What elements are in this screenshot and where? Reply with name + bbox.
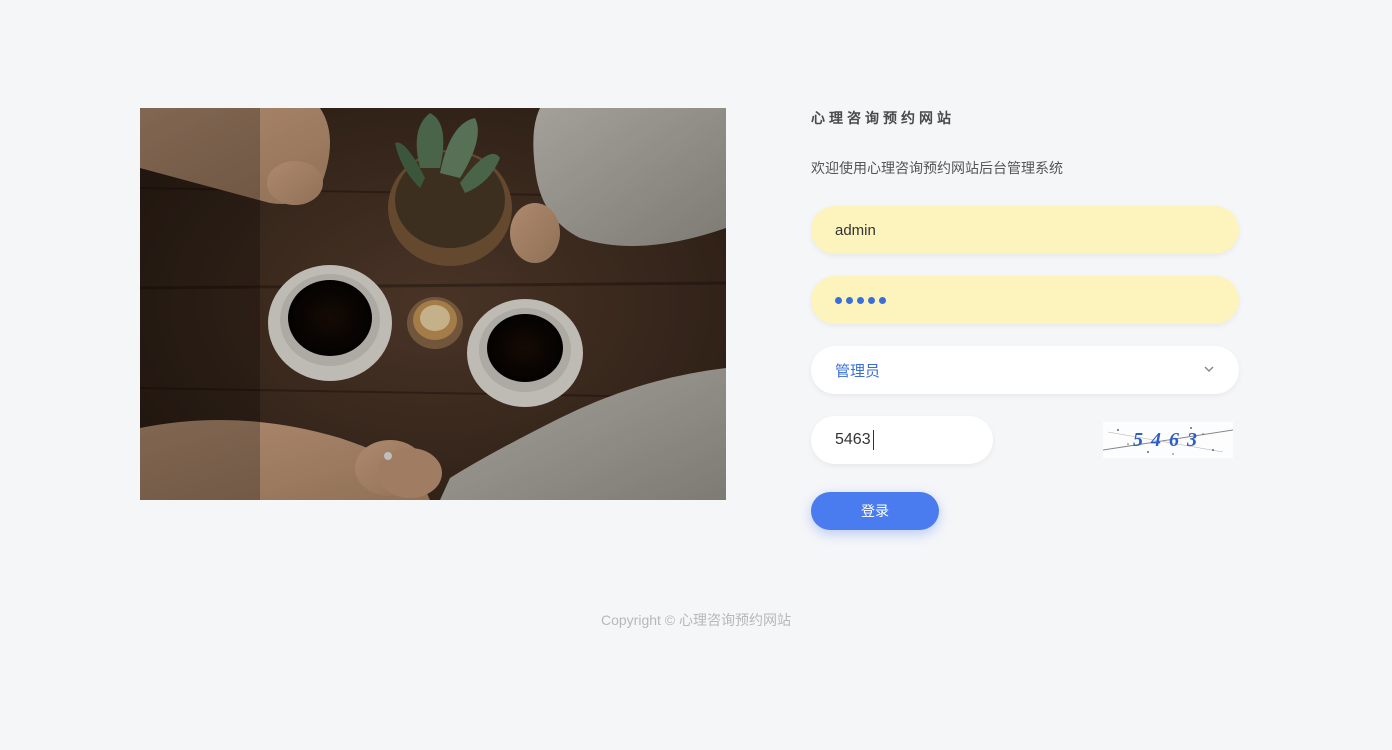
role-select[interactable]: 管理员 bbox=[811, 346, 1239, 394]
password-input[interactable] bbox=[811, 276, 1239, 324]
captcha-image[interactable]: 5463 bbox=[1103, 422, 1233, 458]
login-form: 心理咨询预约网站 欢迎使用心理咨询预约网站后台管理系统 管理员 bbox=[811, 108, 1241, 530]
page-subtitle: 欢迎使用心理咨询预约网站后台管理系统 bbox=[811, 158, 1241, 178]
captcha-text: 5463 bbox=[1133, 429, 1205, 451]
page-title: 心理咨询预约网站 bbox=[811, 108, 1241, 128]
footer-copyright: Copyright © 心理咨询预约网站 bbox=[0, 610, 1392, 630]
username-input[interactable] bbox=[811, 206, 1239, 254]
chevron-down-icon bbox=[1203, 362, 1215, 378]
role-selected-label: 管理员 bbox=[835, 360, 880, 381]
hero-image bbox=[140, 108, 726, 500]
login-button[interactable]: 登录 bbox=[811, 492, 939, 530]
captcha-input[interactable] bbox=[811, 416, 993, 464]
